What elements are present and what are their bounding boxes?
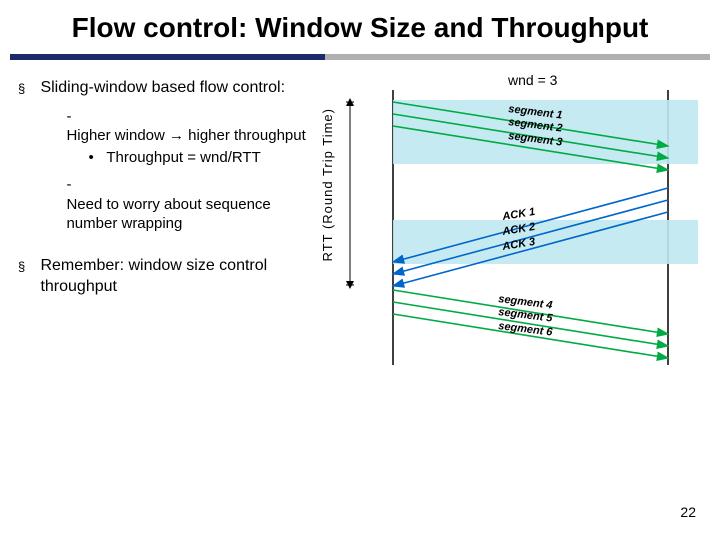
bullet-1-sub-2-text: Need to worry about sequence number wrap… (66, 195, 306, 234)
bullet-1-text: Sliding-window based flow control: (40, 79, 285, 96)
bullet-2: Remember: window size control throughput (18, 256, 328, 298)
title-divider (10, 54, 710, 60)
content-row: Sliding-window based flow control: Highe… (0, 78, 720, 313)
bullet-column: Sliding-window based flow control: Highe… (18, 78, 328, 313)
bullet-1-sub-1-sub-1: Throughput = wnd/RTT (88, 148, 306, 168)
bullet-1: Sliding-window based flow control: Highe… (18, 78, 328, 240)
slide-title-block: Flow control: Window Size and Throughput (0, 0, 720, 52)
throughput-formula: Throughput = wnd/RTT (106, 149, 260, 166)
slide-title: Flow control: Window Size and Throughput (20, 12, 700, 44)
bullet-1-sub-1: Higher window → higher throughput Throug… (66, 107, 320, 170)
timing-diagram: segment 1 segment 2 segment 3 ACK 1 ACK … (338, 90, 698, 370)
rtt-axis-label: RTT (Round Trip Time) (320, 0, 335, 108)
diagram-area: RTT (Round Trip Time) wnd = 3 (328, 78, 712, 313)
bullet-1-sub-1-text: Higher window → higher throughput (66, 127, 305, 144)
page-number: 22 (680, 504, 696, 520)
bullet-1-sub-2: Need to worry about sequence number wrap… (66, 175, 320, 234)
wnd-label: wnd = 3 (508, 72, 557, 88)
bullet-2-text: Remember: window size control throughput (40, 256, 320, 298)
